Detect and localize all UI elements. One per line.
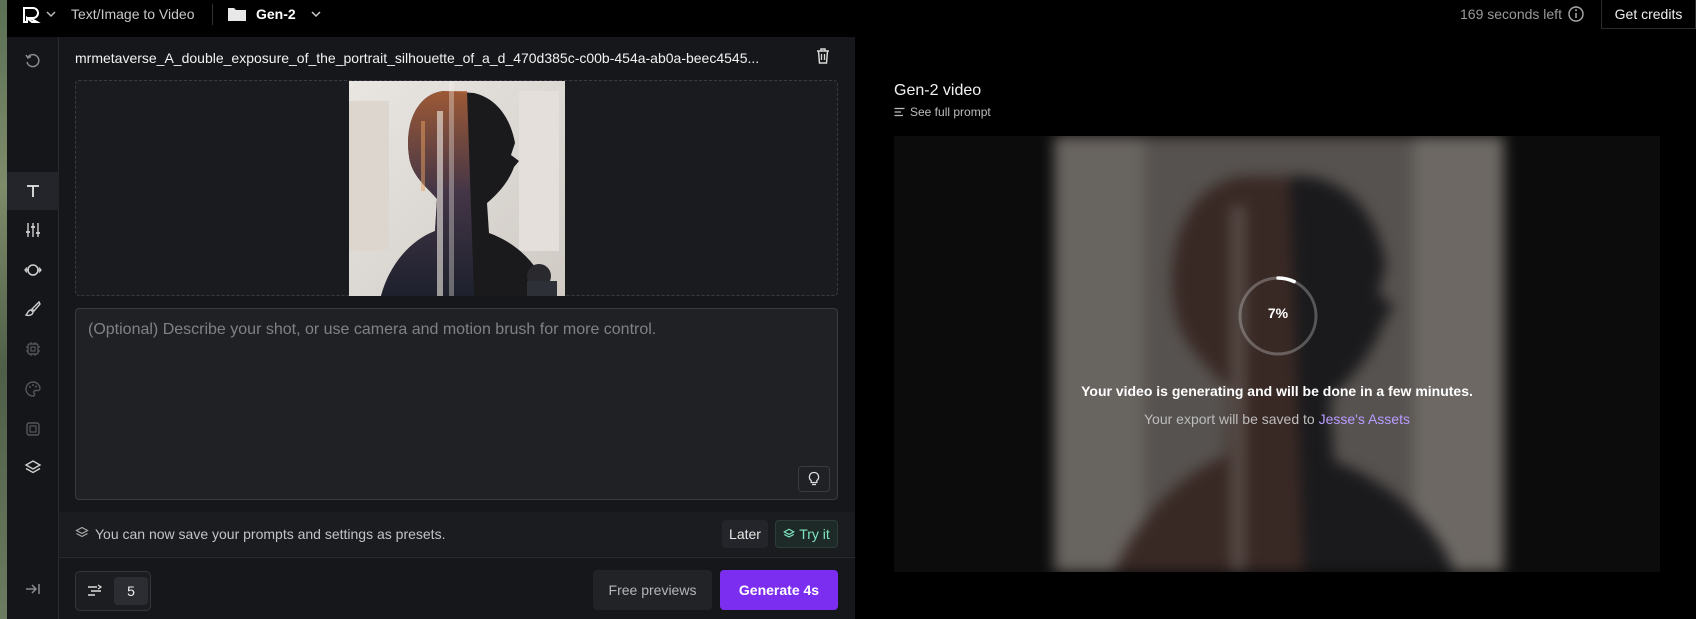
trash-icon[interactable] <box>815 47 831 65</box>
text-icon <box>27 185 39 197</box>
tool-rail <box>7 37 59 619</box>
preset-notice-bar: You can now save your prompts and settin… <box>59 512 855 556</box>
folder-icon[interactable] <box>227 6 247 23</box>
see-full-prompt-label: See full prompt <box>910 105 991 119</box>
prompt-input[interactable] <box>76 309 837 499</box>
text-lines-icon <box>894 107 905 117</box>
try-it-label: Try it <box>799 526 830 542</box>
layers-icon <box>75 526 89 538</box>
chip-icon <box>26 342 40 356</box>
prompt-field[interactable] <box>75 308 838 500</box>
desktop-background-strip <box>0 0 7 619</box>
image-dropzone[interactable] <box>75 80 838 296</box>
video-preview: 7% Your video is generating and will be … <box>894 136 1660 572</box>
lightbulb-icon <box>808 471 820 486</box>
history-icon <box>25 53 40 68</box>
assets-link[interactable]: Jesse's Assets <box>1319 411 1410 427</box>
rail-model[interactable] <box>7 330 59 368</box>
sliders-icon <box>26 223 40 237</box>
later-button[interactable]: Later <box>722 520 768 548</box>
export-prefix: Your export will be saved to <box>1144 411 1315 427</box>
general-motion-control[interactable]: 5 <box>75 571 151 611</box>
preset-notice-text: You can now save your prompts and settin… <box>95 526 446 542</box>
film-icon <box>26 422 40 436</box>
output-title: Gen-2 video <box>894 82 982 99</box>
motion-icon <box>88 584 103 596</box>
generate-button[interactable]: Generate 4s <box>720 570 838 610</box>
rail-style[interactable] <box>7 370 59 408</box>
generation-footer: 5 Free previews Generate 4s <box>59 557 855 619</box>
editor-panel: mrmetaverse_A_double_exposure_of_the_por… <box>59 37 855 619</box>
output-panel: Gen-2 video See full prompt 7% Your vide… <box>855 29 1696 619</box>
project-name[interactable]: Gen-2 <box>256 6 296 22</box>
rail-camera-motion[interactable] <box>7 251 59 289</box>
get-credits-button[interactable]: Get credits <box>1601 0 1696 29</box>
see-full-prompt-link[interactable]: See full prompt <box>894 105 991 119</box>
layers-icon <box>24 460 42 474</box>
info-icon[interactable] <box>1567 5 1585 23</box>
tool-title: Text/Image to Video <box>71 6 195 22</box>
free-previews-button[interactable]: Free previews <box>593 570 712 610</box>
divider <box>212 4 213 25</box>
rail-history[interactable] <box>7 42 59 80</box>
rail-text[interactable] <box>7 172 59 210</box>
camera-motion-icon <box>24 264 42 276</box>
rail-motion-brush[interactable] <box>7 290 59 328</box>
collapse-icon <box>26 584 40 594</box>
uploaded-image-thumbnail <box>349 81 565 296</box>
prompt-tips-button[interactable] <box>798 466 830 492</box>
generating-message: Your video is generating and will be don… <box>1081 383 1473 399</box>
rail-layers[interactable] <box>7 449 59 487</box>
image-filename: mrmetaverse_A_double_exposure_of_the_por… <box>75 50 760 66</box>
runway-logo-icon[interactable] <box>21 5 41 25</box>
seconds-left-counter: 169 seconds left <box>1460 6 1562 22</box>
progress-percent: 7% <box>1267 305 1289 321</box>
rail-settings[interactable] <box>7 211 59 249</box>
motion-brush-icon <box>24 300 41 317</box>
chevron-down-icon[interactable] <box>309 6 323 22</box>
palette-icon <box>25 381 41 397</box>
layers-icon <box>783 528 796 538</box>
top-bar: Text/Image to Video Gen-2 169 seconds le… <box>7 0 1696 29</box>
chevron-down-icon[interactable] <box>45 6 57 22</box>
rail-film[interactable] <box>7 410 59 448</box>
export-location-message: Your export will be saved to Jesse's Ass… <box>894 411 1660 427</box>
rail-collapse[interactable] <box>7 570 59 608</box>
motion-value[interactable]: 5 <box>114 577 148 605</box>
try-it-button[interactable]: Try it <box>775 520 838 548</box>
